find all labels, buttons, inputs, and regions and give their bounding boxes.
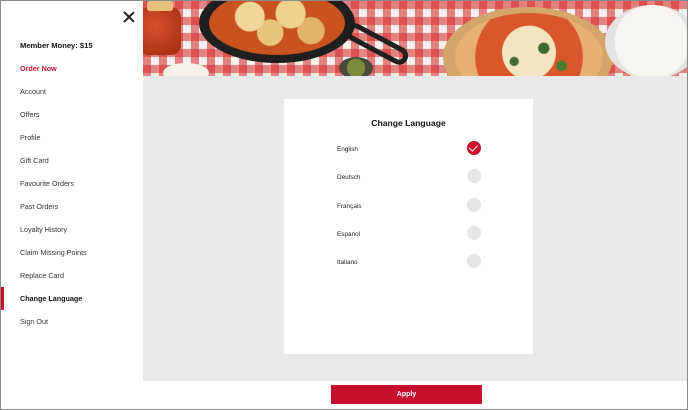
language-label: English xyxy=(337,146,358,153)
sidebar-item-sign-out[interactable]: Sign Out xyxy=(1,310,143,333)
spice-bowl-image xyxy=(339,57,373,76)
language-option-deutsch[interactable]: Deutsch xyxy=(284,167,533,195)
card-title: Change Language xyxy=(371,118,446,128)
sidebar-item-past-orders[interactable]: Past Orders xyxy=(1,195,143,218)
radio-icon[interactable] xyxy=(467,254,481,269)
apply-button[interactable]: Apply xyxy=(331,385,482,404)
sidebar-item-account[interactable]: Account xyxy=(1,80,143,103)
radio-icon[interactable] xyxy=(467,197,481,212)
bowl-image xyxy=(163,63,209,76)
skillet-food xyxy=(209,1,345,55)
radio-icon[interactable] xyxy=(467,169,481,184)
skillet-image xyxy=(199,1,355,63)
language-option-english[interactable]: English xyxy=(284,139,533,167)
sidebar-item-offers[interactable]: Offers xyxy=(1,103,143,126)
checkmark-radio-icon[interactable] xyxy=(467,141,481,155)
language-options: English Deutsch Français Espanol Italian… xyxy=(284,139,533,280)
sidebar-item-loyalty-history[interactable]: Loyalty History xyxy=(1,218,143,241)
language-label: Français xyxy=(337,202,362,210)
sidebar-menu: Member Money: $15 Order Now Account Offe… xyxy=(1,1,143,409)
sidebar-item-order-now[interactable]: Order Now xyxy=(1,57,143,80)
sidebar-item-replace-card[interactable]: Replace Card xyxy=(1,264,143,287)
sidebar-item-profile[interactable]: Profile xyxy=(1,126,143,149)
language-option-espanol[interactable]: Espanol xyxy=(284,224,533,252)
radio-icon[interactable] xyxy=(467,225,481,240)
language-label: Espanol xyxy=(337,230,361,238)
sidebar-item-claim-missing-points[interactable]: Claim Missing Points xyxy=(1,241,143,264)
sidebar-item-change-language[interactable]: Change Language xyxy=(1,287,143,310)
food-banner-image xyxy=(143,1,687,76)
rice-bowl-image xyxy=(605,5,687,76)
sidebar-item-gift-card[interactable]: Gift Card xyxy=(1,149,143,172)
close-icon[interactable] xyxy=(121,10,137,26)
member-money: Member Money: $15 xyxy=(20,41,93,50)
change-language-card: Change Language English Deutsch Français… xyxy=(284,99,533,354)
app-window: Member Money: $15 Order Now Account Offe… xyxy=(0,0,688,410)
language-option-francais[interactable]: Français xyxy=(284,196,533,224)
sauce-jar-image xyxy=(143,1,181,55)
language-label: Italiano xyxy=(337,259,358,267)
main-content: Change Language English Deutsch Français… xyxy=(143,1,687,381)
jar-lid xyxy=(147,1,173,11)
language-option-italiano[interactable]: Italiano xyxy=(284,252,533,280)
sidebar-item-favourite-orders[interactable]: Favourite Orders xyxy=(1,172,143,195)
language-label: Deutsch xyxy=(337,174,361,182)
footer-bar: Apply xyxy=(143,381,687,409)
sidebar-nav: Order Now Account Offers Profile Gift Ca… xyxy=(1,57,143,333)
